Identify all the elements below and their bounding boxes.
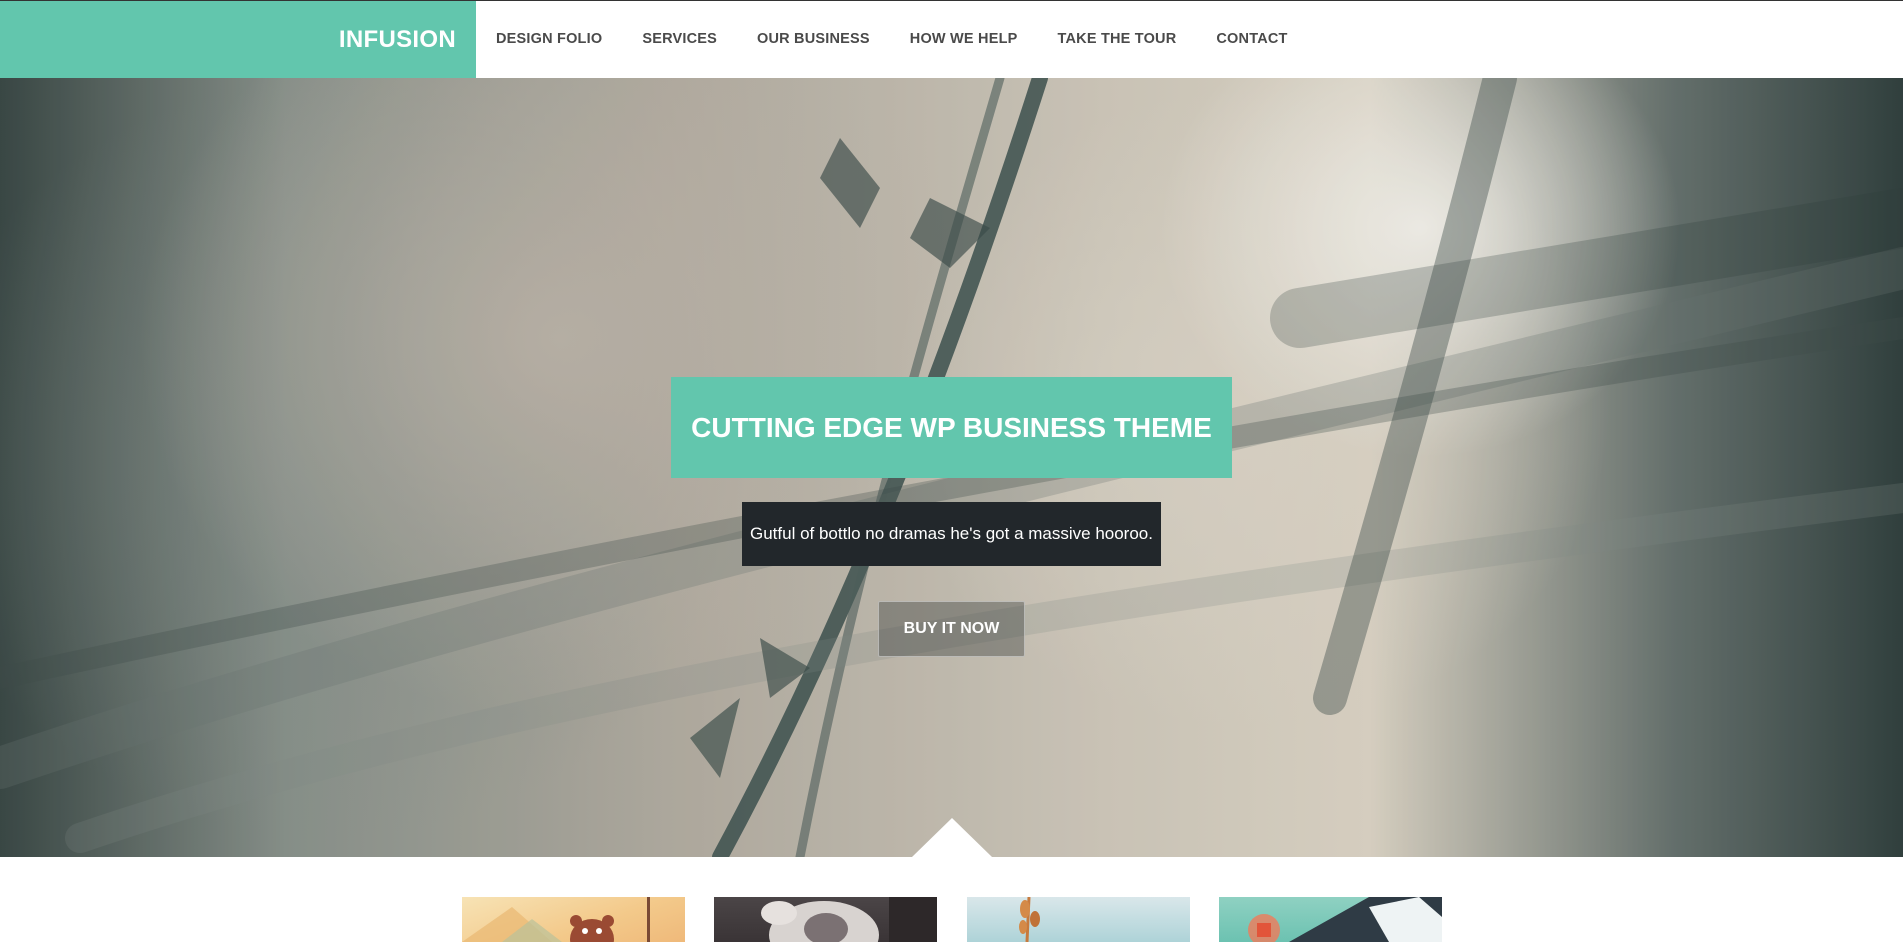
- nav-item-services[interactable]: SERVICES: [642, 31, 717, 47]
- nav-item-contact[interactable]: CONTACT: [1216, 31, 1287, 47]
- portfolio-thumb-app[interactable]: [1219, 897, 1442, 942]
- hero-title-box: CUTTING EDGE WP BUSINESS THEME: [671, 377, 1232, 478]
- hero-title: CUTTING EDGE WP BUSINESS THEME: [691, 411, 1212, 443]
- nav-item-take-the-tour[interactable]: TAKE THE TOUR: [1058, 31, 1177, 47]
- nav-item-our-business[interactable]: OUR BUSINESS: [757, 31, 870, 47]
- portfolio-thumb-plant[interactable]: [967, 897, 1190, 942]
- nav-item-design-folio[interactable]: DESIGN FOLIO: [496, 31, 602, 47]
- portfolio-thumbnails: [0, 897, 1903, 942]
- nav-item-how-we-help[interactable]: HOW WE HELP: [910, 31, 1018, 47]
- animal-photo-image: [761, 897, 937, 942]
- plant-photo-image: [1019, 897, 1040, 942]
- section-divider-arrow: [912, 818, 992, 857]
- hero-banner: CUTTING EDGE WP BUSINESS THEME Gutful of…: [0, 78, 1903, 857]
- site-logo-text: INFUSION: [338, 25, 456, 53]
- hero-subtitle-box: Gutful of bottlo no dramas he's got a ma…: [742, 502, 1161, 566]
- portfolio-thumb-animal[interactable]: [714, 897, 937, 942]
- portfolio-thumb-bear[interactable]: [462, 897, 685, 942]
- bear-illustration-image: [462, 897, 650, 942]
- site-header: INFUSION DESIGN FOLIO SERVICES OUR BUSIN…: [0, 1, 1903, 78]
- hero-subtitle: Gutful of bottlo no dramas he's got a ma…: [750, 524, 1153, 543]
- buy-it-now-button[interactable]: BUY IT NOW: [878, 601, 1025, 657]
- app-illustration-image: [1248, 897, 1442, 942]
- main-nav: DESIGN FOLIO SERVICES OUR BUSINESS HOW W…: [476, 1, 1328, 76]
- site-logo[interactable]: INFUSION: [0, 1, 476, 78]
